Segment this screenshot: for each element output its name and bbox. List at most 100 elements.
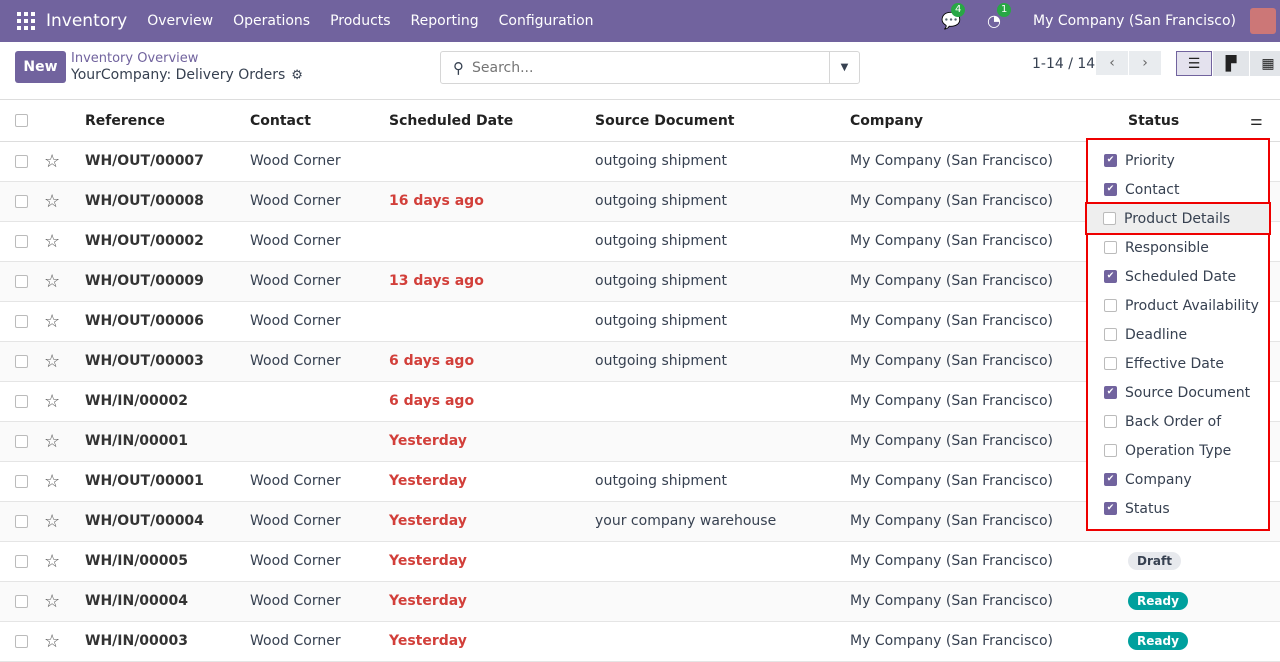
row-checkbox[interactable] <box>15 634 28 648</box>
priority-star-icon[interactable]: ☆ <box>44 151 60 172</box>
source-document-cell <box>595 421 850 462</box>
user-avatar[interactable] <box>1250 8 1276 34</box>
row-checkbox[interactable] <box>15 514 28 528</box>
breadcrumb-parent[interactable]: Inventory Overview <box>71 51 198 66</box>
priority-star-icon[interactable]: ☆ <box>44 631 60 652</box>
column-header-contact[interactable]: Contact <box>250 101 389 142</box>
row-checkbox[interactable] <box>15 394 28 408</box>
priority-star-icon[interactable]: ☆ <box>44 311 60 332</box>
pager-value[interactable]: 1-14 / 14 <box>1032 56 1095 72</box>
option-label: Priority <box>1125 152 1175 169</box>
apps-menu-icon[interactable] <box>17 12 35 30</box>
row-checkbox[interactable] <box>15 594 28 608</box>
optional-column-option[interactable]: Deadline <box>1088 320 1268 349</box>
scheduled-date-cell: Yesterday <box>389 621 595 662</box>
search-input[interactable] <box>472 59 829 76</box>
row-checkbox[interactable] <box>15 234 28 248</box>
row-checkbox[interactable] <box>15 154 28 168</box>
unchecked-checkbox[interactable] <box>1104 299 1117 312</box>
optional-column-option[interactable]: ✔ Contact <box>1088 175 1268 204</box>
row-checkbox[interactable] <box>15 314 28 328</box>
priority-star-icon[interactable]: ☆ <box>44 431 60 452</box>
column-header-company[interactable]: Company <box>850 101 1128 142</box>
menu-overview[interactable]: Overview <box>147 13 213 29</box>
contact-cell: Wood Corner <box>250 581 389 622</box>
menu-configuration[interactable]: Configuration <box>499 13 594 29</box>
row-checkbox[interactable] <box>15 354 28 368</box>
column-header-status[interactable]: Status <box>1128 101 1250 142</box>
checked-checkbox[interactable]: ✔ <box>1104 502 1117 515</box>
new-button[interactable]: New <box>15 51 66 83</box>
option-label: Scheduled Date <box>1125 268 1237 285</box>
optional-column-option[interactable]: Product Availability <box>1088 291 1268 320</box>
source-document-cell: outgoing shipment <box>595 301 850 342</box>
contact-cell: Wood Corner <box>250 341 389 382</box>
checked-checkbox[interactable]: ✔ <box>1104 386 1117 399</box>
checked-checkbox[interactable]: ✔ <box>1104 473 1117 486</box>
optional-column-option[interactable]: Effective Date <box>1088 349 1268 378</box>
column-header-reference[interactable]: Reference <box>85 101 250 142</box>
search-bar: ⚲ ▼ <box>440 51 860 84</box>
optional-columns-toggle-icon[interactable]: ⚌ <box>1250 101 1280 142</box>
pager-next-button[interactable]: › <box>1129 51 1161 75</box>
checked-checkbox[interactable]: ✔ <box>1104 154 1117 167</box>
checked-checkbox[interactable]: ✔ <box>1104 183 1117 196</box>
unchecked-checkbox[interactable] <box>1104 444 1117 457</box>
priority-star-icon[interactable]: ☆ <box>44 191 60 212</box>
table-row[interactable]: ☆ WH/IN/00004 Wood Corner Yesterday My C… <box>0 581 1280 622</box>
app-name[interactable]: Inventory <box>46 11 127 31</box>
scheduled-date-cell: Yesterday <box>389 501 595 542</box>
priority-star-icon[interactable]: ☆ <box>44 471 60 492</box>
kanban-view-button[interactable]: ▛ <box>1213 51 1249 76</box>
priority-star-icon[interactable]: ☆ <box>44 351 60 372</box>
menu-reporting[interactable]: Reporting <box>411 13 479 29</box>
optional-column-option[interactable]: Product Details <box>1085 202 1271 235</box>
search-icon: ⚲ <box>453 58 464 77</box>
reference-cell: WH/OUT/00003 <box>85 341 250 382</box>
priority-star-icon[interactable]: ☆ <box>44 271 60 292</box>
gear-icon[interactable]: ⚙ <box>291 68 303 83</box>
option-label: Source Document <box>1125 384 1251 401</box>
optional-column-option[interactable]: ✔ Source Document <box>1088 378 1268 407</box>
unchecked-checkbox[interactable] <box>1104 415 1117 428</box>
unchecked-checkbox[interactable] <box>1104 357 1117 370</box>
select-all-checkbox[interactable] <box>15 114 28 128</box>
optional-column-option[interactable]: ✔ Priority <box>1088 146 1268 175</box>
activity-clock-icon[interactable]: ◔ 1 <box>987 3 1012 31</box>
option-label: Product Availability <box>1125 297 1259 314</box>
optional-column-option[interactable]: Responsible <box>1088 233 1268 262</box>
checked-checkbox[interactable]: ✔ <box>1104 270 1117 283</box>
unchecked-checkbox[interactable] <box>1104 241 1117 254</box>
priority-star-icon[interactable]: ☆ <box>44 391 60 412</box>
messages-icon[interactable]: 💬 4 <box>941 3 966 31</box>
company-switcher[interactable]: My Company (San Francisco) <box>1033 13 1236 29</box>
priority-star-icon[interactable]: ☆ <box>44 551 60 572</box>
unchecked-checkbox[interactable] <box>1104 328 1117 341</box>
list-view-button[interactable]: ☰ <box>1176 51 1212 76</box>
status-cell: Ready <box>1128 581 1250 622</box>
calendar-view-button[interactable]: ▦ <box>1250 51 1280 76</box>
column-header-source-document[interactable]: Source Document <box>595 101 850 142</box>
priority-star-icon[interactable]: ☆ <box>44 511 60 532</box>
optional-column-option[interactable]: Operation Type <box>1088 436 1268 465</box>
priority-star-icon[interactable]: ☆ <box>44 231 60 252</box>
priority-star-icon[interactable]: ☆ <box>44 591 60 612</box>
menu-products[interactable]: Products <box>330 13 390 29</box>
pager-previous-button[interactable]: ‹ <box>1096 51 1128 75</box>
optional-column-option[interactable]: ✔ Scheduled Date <box>1088 262 1268 291</box>
row-checkbox[interactable] <box>15 274 28 288</box>
row-checkbox[interactable] <box>15 474 28 488</box>
unchecked-checkbox[interactable] <box>1103 212 1116 225</box>
optional-column-option[interactable]: Back Order of <box>1088 407 1268 436</box>
table-row[interactable]: ☆ WH/IN/00003 Wood Corner Yesterday My C… <box>0 621 1280 662</box>
search-options-toggle[interactable]: ▼ <box>829 52 859 83</box>
table-row[interactable]: ☆ WH/IN/00005 Wood Corner Yesterday My C… <box>0 541 1280 582</box>
row-checkbox[interactable] <box>15 434 28 448</box>
optional-column-option[interactable]: ✔ Company <box>1088 465 1268 494</box>
optional-column-option[interactable]: ✔ Status <box>1088 494 1268 523</box>
column-header-scheduled-date[interactable]: Scheduled Date <box>389 101 595 142</box>
option-label: Effective Date <box>1125 355 1224 372</box>
menu-operations[interactable]: Operations <box>233 13 310 29</box>
row-checkbox[interactable] <box>15 194 28 208</box>
row-checkbox[interactable] <box>15 554 28 568</box>
